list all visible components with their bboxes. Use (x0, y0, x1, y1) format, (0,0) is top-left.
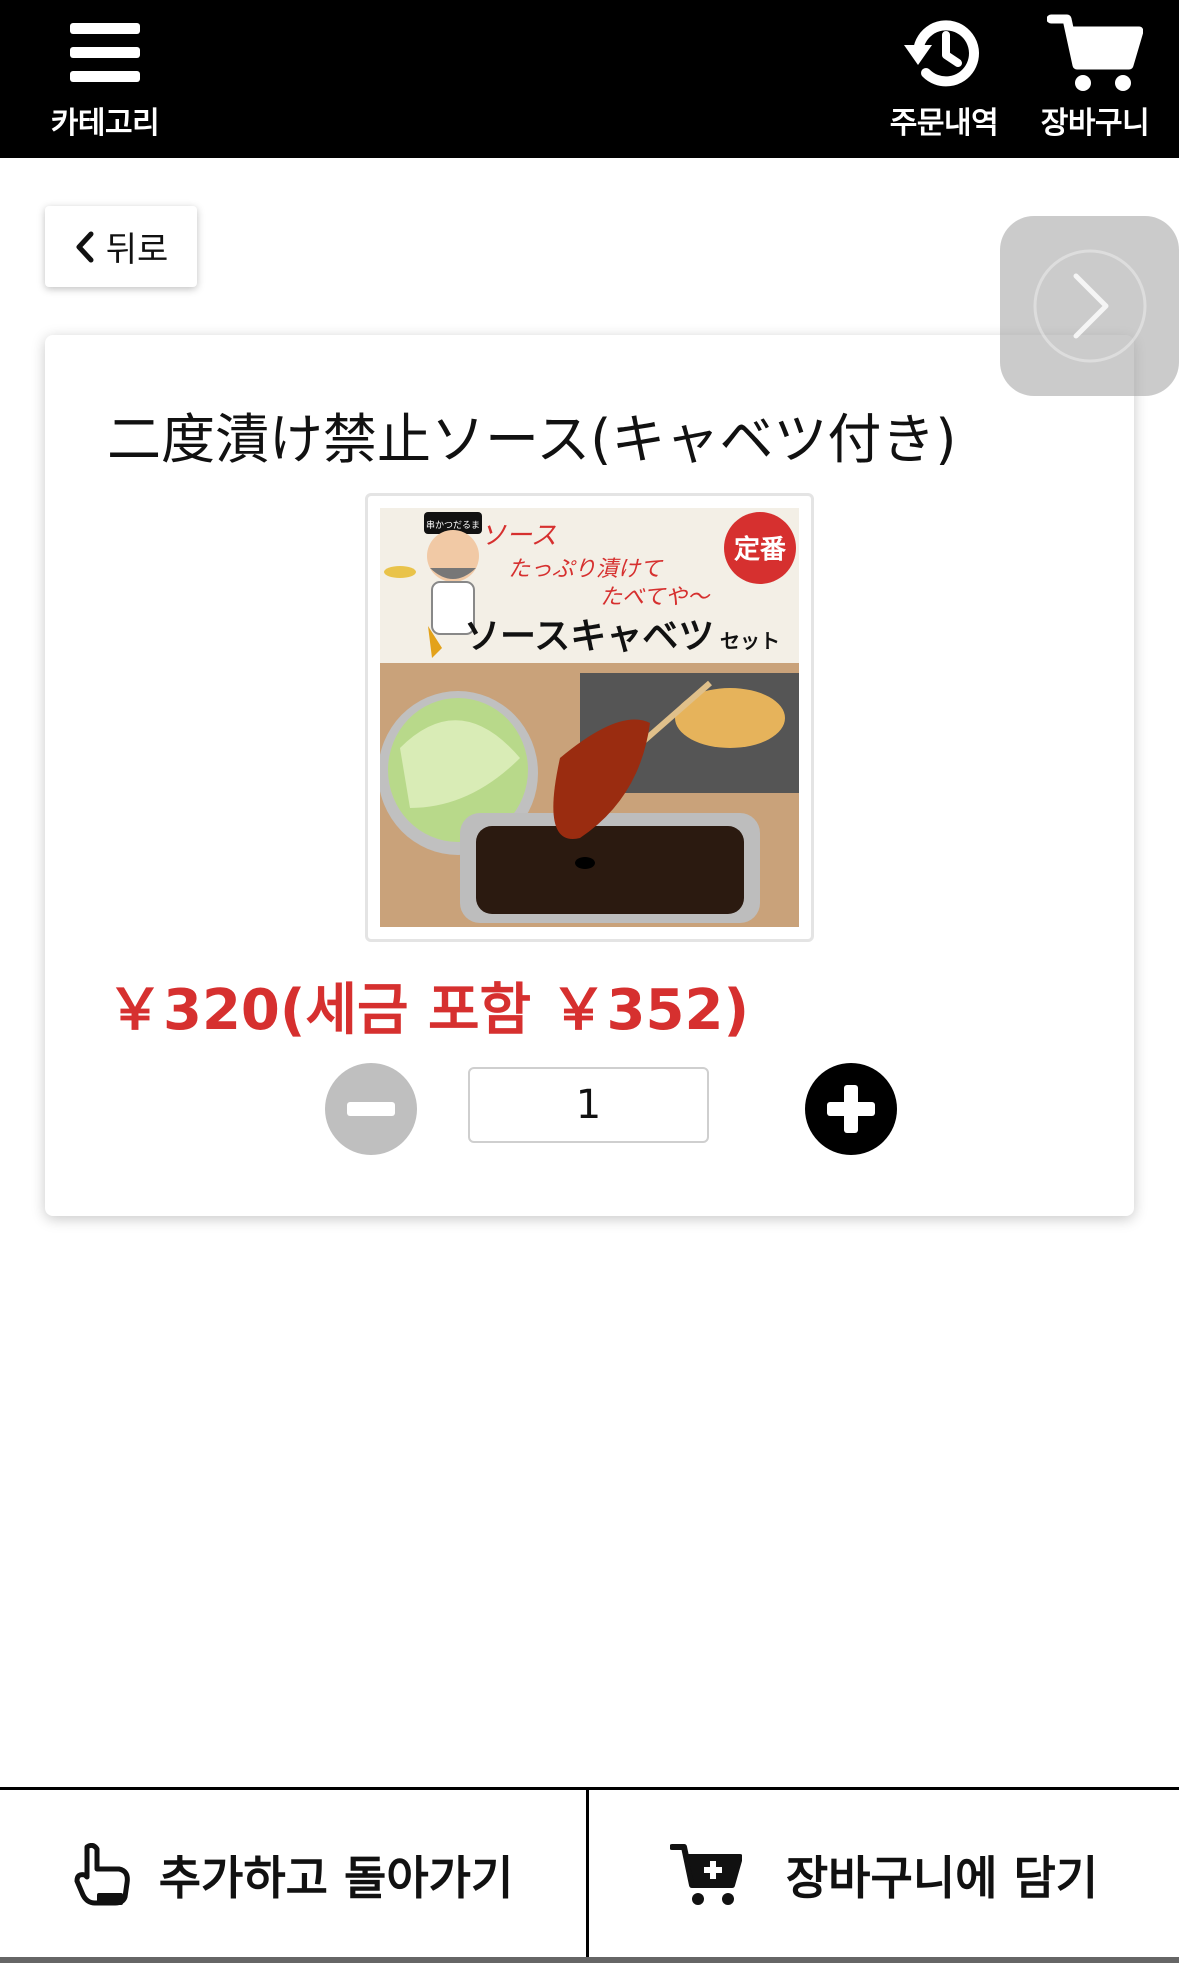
next-item-button[interactable] (1000, 216, 1179, 396)
order-history-button[interactable]: 주문내역 (880, 0, 1008, 158)
back-button[interactable]: 뒤로 (45, 206, 197, 287)
product-detail-page: 카테고리 주문내역 장바구니 뒤로 二度漬け禁止ソース(キャベツ付き) 串かつだ… (0, 0, 1179, 1963)
pointing-hand-icon (74, 1843, 130, 1906)
image-headline-suffix: セット (720, 629, 780, 653)
add-to-cart-button[interactable]: 장바구니에 담기 (589, 1790, 1179, 1960)
chevron-right-icon (1033, 249, 1146, 363)
cart-button[interactable]: 장바구니 (1020, 0, 1170, 158)
cart-label: 장바구니 (1040, 106, 1150, 141)
svg-text:たべてや〜: たべてや〜 (600, 585, 711, 610)
tagline: ソース (480, 521, 557, 551)
product-photo: 串かつだるま ソース たっぷり漬けて たべてや〜 定番 ソースキャベツ セット (378, 508, 799, 927)
bottom-action-bar: 추가하고 돌아가기 장바구니에 담기 (0, 1787, 1179, 1963)
back-label: 뒤로 (105, 230, 169, 270)
category-label: 카테고리 (50, 106, 160, 141)
stamp-text: 定番 (734, 534, 787, 565)
category-button[interactable]: 카테고리 (40, 0, 170, 158)
brand-logo-text: 串かつだるま (426, 520, 480, 531)
history-label: 주문내역 (889, 106, 999, 141)
add-to-cart-label: 장바구니에 담기 (785, 1851, 1099, 1905)
history-icon (902, 8, 986, 98)
cart-icon (1047, 8, 1143, 98)
image-headline: ソースキャベツ (464, 616, 714, 657)
add-and-return-label: 추가하고 돌아가기 (158, 1851, 514, 1905)
product-image: 串かつだるま ソース たっぷり漬けて たべてや〜 定番 ソースキャベツ セット (365, 493, 814, 942)
decrease-quantity-button[interactable] (325, 1063, 417, 1155)
top-header: 카테고리 주문내역 장바구니 (0, 0, 1179, 158)
product-card: 二度漬け禁止ソース(キャベツ付き) 串かつだるま ソース たっぷり漬けて たべて… (45, 335, 1134, 1216)
quantity-input[interactable] (468, 1067, 709, 1143)
menu-icon (67, 8, 143, 98)
home-indicator-bar (0, 1957, 1179, 1963)
quantity-stepper (325, 1063, 897, 1159)
increase-quantity-button[interactable] (805, 1063, 897, 1155)
price-text: ￥320(세금 포함 ￥352) (107, 978, 750, 1043)
svg-text:たっぷり漬けて: たっぷり漬けて (508, 557, 664, 582)
add-and-return-button[interactable]: 추가하고 돌아가기 (0, 1790, 586, 1960)
chevron-left-icon (76, 231, 94, 262)
product-title: 二度漬け禁止ソース(キャベツ付き) (107, 408, 957, 471)
cart-plus-icon (669, 1844, 742, 1905)
